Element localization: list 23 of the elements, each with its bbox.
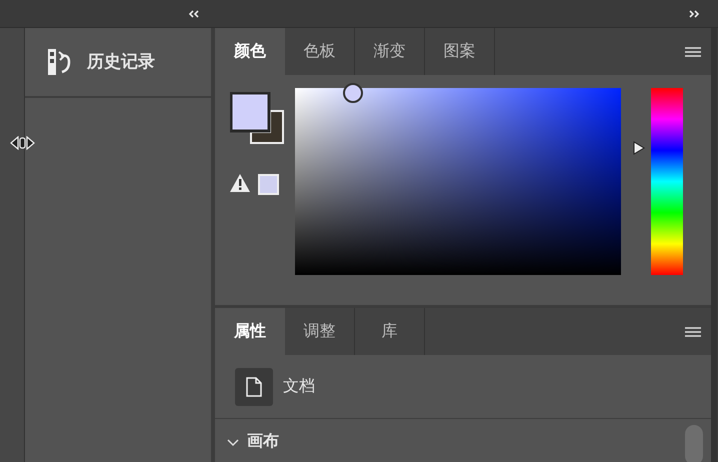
slider-thumb[interactable] xyxy=(633,140,645,155)
panel-title: 历史记录 xyxy=(87,51,155,74)
panel-tab[interactable]: 属性 xyxy=(215,308,285,355)
gamut-color-swatch[interactable] xyxy=(258,174,279,195)
panel-tab[interactable]: 渐变 xyxy=(355,28,425,75)
panel-menu-icon[interactable] xyxy=(685,326,701,338)
panel-tab[interactable]: 色板 xyxy=(285,28,355,75)
panel-tab[interactable]: 颜色 xyxy=(215,28,285,75)
warning-icon xyxy=(230,174,250,192)
document-label: 文档 xyxy=(283,376,315,396)
panel-tab[interactable]: 图案 xyxy=(425,28,495,75)
collapse-left-icon[interactable] xyxy=(188,10,200,18)
document-icon xyxy=(235,368,273,406)
color-picker-cursor[interactable] xyxy=(343,83,363,103)
history-icon xyxy=(45,48,73,76)
scrollbar-thumb[interactable] xyxy=(685,425,703,462)
section-heading[interactable]: 画布 xyxy=(247,430,279,454)
panel-tab[interactable]: 调整 xyxy=(285,308,355,355)
panel-menu-icon[interactable] xyxy=(685,46,701,58)
collapse-right-icon[interactable] xyxy=(688,10,700,18)
panel-tab[interactable]: 库 xyxy=(355,308,425,355)
background-color-swatch[interactable] xyxy=(250,110,284,144)
foreground-color-swatch[interactable] xyxy=(230,92,270,132)
